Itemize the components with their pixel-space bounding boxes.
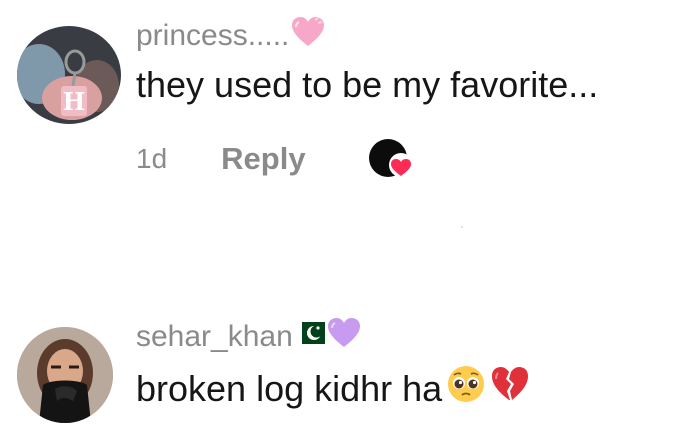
broken-heart-icon — [490, 365, 530, 412]
divider-speck — [461, 226, 463, 228]
pleading-face-icon — [446, 364, 486, 413]
username-text[interactable]: sehar_khan — [136, 320, 293, 354]
reply-button[interactable]: Reply — [221, 141, 305, 177]
username-text[interactable]: princess..... — [136, 19, 289, 53]
username[interactable]: princess..... — [136, 16, 325, 56]
username[interactable]: sehar_khan — [136, 317, 361, 357]
avatar[interactable]: H — [17, 26, 121, 124]
svg-text:H: H — [63, 87, 86, 116]
comment-text: they used to be my favorite... — [136, 64, 598, 106]
timestamp: 1d — [136, 143, 168, 174]
pink-heart-icon — [291, 16, 325, 56]
comment-meta: 1d Reply — [136, 136, 414, 182]
comment-text-content: they used to be my favorite... — [136, 64, 599, 105]
avatar[interactable] — [17, 327, 113, 423]
comment-text: broken log kidhr ha — [136, 364, 530, 413]
creator-liked-icon — [368, 136, 414, 182]
comment-text-content: broken log kidhr ha — [136, 367, 443, 409]
pakistan-flag-icon — [294, 320, 325, 354]
purple-heart-icon — [327, 317, 361, 357]
